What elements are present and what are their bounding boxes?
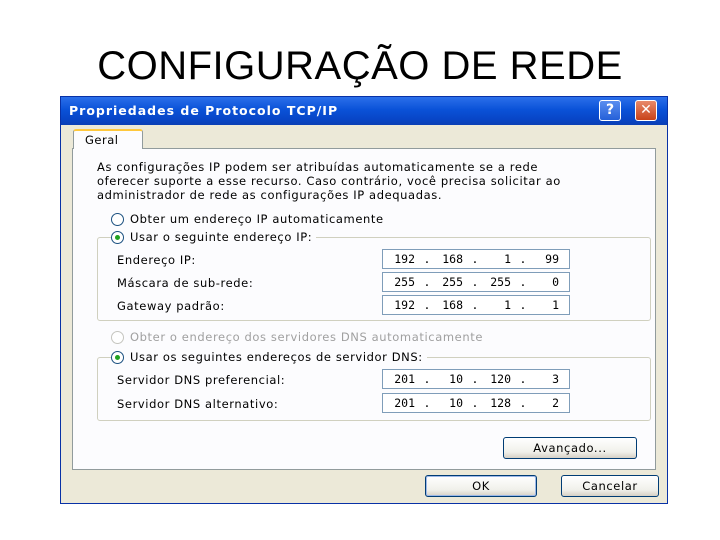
help-icon: ?: [605, 102, 615, 118]
radio-selected-icon[interactable]: [111, 230, 124, 244]
ip-octet: 120: [490, 372, 511, 386]
preferred-dns-label: Servidor DNS preferencial:: [117, 373, 286, 387]
ip-octet: 255: [490, 275, 511, 289]
dialog-titlebar[interactable]: Propriedades de Protocolo TCP/IP ? ✕: [61, 97, 667, 125]
radio-button-icon[interactable]: [111, 212, 124, 226]
ip-address-label: Endereço IP:: [117, 253, 196, 267]
radio-selected-icon[interactable]: [111, 350, 124, 364]
ip-octet: 10: [449, 396, 463, 410]
default-gateway-label: Gateway padrão:: [117, 299, 225, 313]
ip-octet: 192: [394, 298, 415, 312]
ip-octet: 10: [449, 372, 463, 386]
dialog-title: Propriedades de Protocolo TCP/IP: [69, 103, 339, 118]
ip-octet: 168: [442, 298, 463, 312]
description-line: oferecer suporte a esse recurso. Caso co…: [97, 174, 561, 188]
subnet-mask-input[interactable]: 255. 255. 255. 0: [382, 272, 570, 292]
ip-octet: 1: [552, 298, 559, 312]
close-icon: ✕: [640, 102, 652, 118]
ip-address-input[interactable]: 192. 168. 1. 99: [382, 249, 570, 269]
description-line: As configurações IP podem ser atribuídas…: [97, 160, 539, 174]
close-button[interactable]: ✕: [635, 100, 657, 121]
tcpip-properties-dialog: Propriedades de Protocolo TCP/IP ? ✕ Ger…: [60, 96, 668, 504]
subnet-mask-label: Máscara de sub-rede:: [117, 276, 254, 290]
default-gateway-input[interactable]: 192. 168. 1. 1: [382, 295, 570, 315]
general-panel: As configurações IP podem ser atribuídas…: [72, 148, 656, 470]
ip-octet: 201: [394, 396, 415, 410]
ip-octet: 3: [552, 372, 559, 386]
radio-label: Obter o endereço dos servidores DNS auto…: [130, 330, 483, 344]
ip-octet: 1: [504, 252, 511, 266]
ip-octet: 255: [442, 275, 463, 289]
alternate-dns-input[interactable]: 201. 10. 128. 2: [382, 393, 570, 413]
ip-octet: 168: [442, 252, 463, 266]
radio-label: Obter um endereço IP automaticamente: [130, 212, 384, 226]
ip-octet: 201: [394, 372, 415, 386]
ip-octet: 2: [552, 396, 559, 410]
advanced-button[interactable]: Avançado...: [503, 437, 637, 459]
ip-octet: 99: [545, 252, 559, 266]
radio-use-following-dns[interactable]: Usar os seguintes endereços de servidor …: [111, 349, 427, 365]
alternate-dns-label: Servidor DNS alternativo:: [117, 397, 279, 411]
help-button[interactable]: ?: [599, 100, 621, 121]
ip-octet: 255: [394, 275, 415, 289]
ok-button[interactable]: OK: [425, 475, 537, 497]
radio-obtain-ip-auto[interactable]: Obter um endereço IP automaticamente: [111, 211, 388, 227]
slide-title: CONFIGURAÇÃO DE REDE: [97, 44, 623, 88]
preferred-dns-input[interactable]: 201. 10. 120. 3: [382, 369, 570, 389]
ip-octet: 192: [394, 252, 415, 266]
radio-label: Usar os seguintes endereços de servidor …: [130, 350, 423, 364]
description-line: administrador de rede as configurações I…: [97, 188, 443, 202]
description-text: As configurações IP podem ser atribuídas…: [97, 160, 637, 202]
radio-button-icon: [111, 330, 124, 344]
cancel-button[interactable]: Cancelar: [561, 475, 659, 497]
tab-general[interactable]: Geral: [73, 129, 143, 149]
radio-label: Usar o seguinte endereço IP:: [130, 230, 313, 244]
ip-octet: 1: [504, 298, 511, 312]
ip-octet: 0: [552, 275, 559, 289]
radio-obtain-dns-auto[interactable]: Obter o endereço dos servidores DNS auto…: [111, 329, 487, 345]
radio-use-following-ip[interactable]: Usar o seguinte endereço IP:: [111, 229, 317, 245]
ip-octet: 128: [490, 396, 511, 410]
